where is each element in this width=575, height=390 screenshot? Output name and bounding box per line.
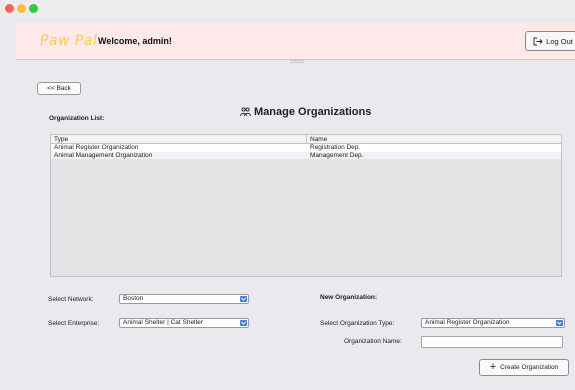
organization-name-label: Organization Name:: [344, 338, 402, 345]
chevron-down-icon: [240, 320, 247, 326]
organization-type-dropdown-value: Animal Register Organization: [425, 319, 510, 326]
table-cell-name: Management Dep.: [310, 151, 364, 159]
chevron-down-icon: [240, 296, 247, 302]
column-header-type[interactable]: Type: [51, 135, 307, 143]
maximize-window-button[interactable]: [29, 4, 38, 13]
organization-type-dropdown[interactable]: Animal Register Organization: [421, 318, 565, 328]
logout-arrow-icon: [533, 37, 543, 45]
split-pane-divider[interactable]: [290, 60, 304, 63]
page-title: Manage Organizations: [240, 106, 371, 118]
select-network-label: Select Network:: [48, 296, 94, 303]
organization-name-input[interactable]: [421, 336, 563, 348]
organization-list-label: Organization List:: [49, 115, 105, 122]
plus-icon: +: [489, 361, 497, 373]
table-row[interactable]: Animal Management Organization Managemen…: [51, 151, 561, 159]
organization-people-icon: [240, 107, 251, 117]
organization-table[interactable]: Type Name Animal Register Organization R…: [50, 134, 562, 277]
close-window-button[interactable]: [5, 4, 14, 13]
select-organization-type-label: Select Organization Type:: [320, 320, 395, 327]
table-cell-type: Animal Management Organization: [54, 151, 153, 159]
minimize-window-button[interactable]: [17, 4, 26, 13]
app-brand-logo: Paw Pal: [40, 33, 98, 49]
chevron-down-icon: [556, 320, 563, 326]
table-cell-type: Animal Register Organization: [54, 144, 139, 151]
table-cell-name: Registration Dep.: [310, 144, 361, 151]
logout-label: Log Out: [546, 36, 573, 46]
back-button[interactable]: << Back: [37, 82, 81, 95]
welcome-text: Welcome, admin!: [98, 36, 172, 46]
page-title-text: Manage Organizations: [254, 106, 372, 118]
app-header: Paw Pal Welcome, admin! Log Out: [16, 23, 575, 60]
new-organization-heading: New Organization:: [320, 294, 378, 301]
table-row[interactable]: Animal Register Organization Registratio…: [51, 144, 561, 152]
network-dropdown[interactable]: Boston: [119, 294, 249, 304]
create-organization-label: Create Organization: [500, 364, 559, 371]
enterprise-dropdown[interactable]: Animal Shelter | Cat Shelter: [119, 318, 249, 328]
logout-button[interactable]: Log Out: [525, 31, 575, 51]
enterprise-dropdown-value: Animal Shelter | Cat Shelter: [123, 319, 204, 326]
network-dropdown-value: Boston: [123, 295, 144, 302]
column-header-name[interactable]: Name: [307, 135, 327, 143]
select-enterprise-label: Select Enterprise:: [48, 320, 100, 327]
window-titlebar: [0, 0, 575, 18]
create-organization-button[interactable]: + Create Organization: [479, 359, 569, 376]
table-header: Type Name: [51, 135, 561, 144]
